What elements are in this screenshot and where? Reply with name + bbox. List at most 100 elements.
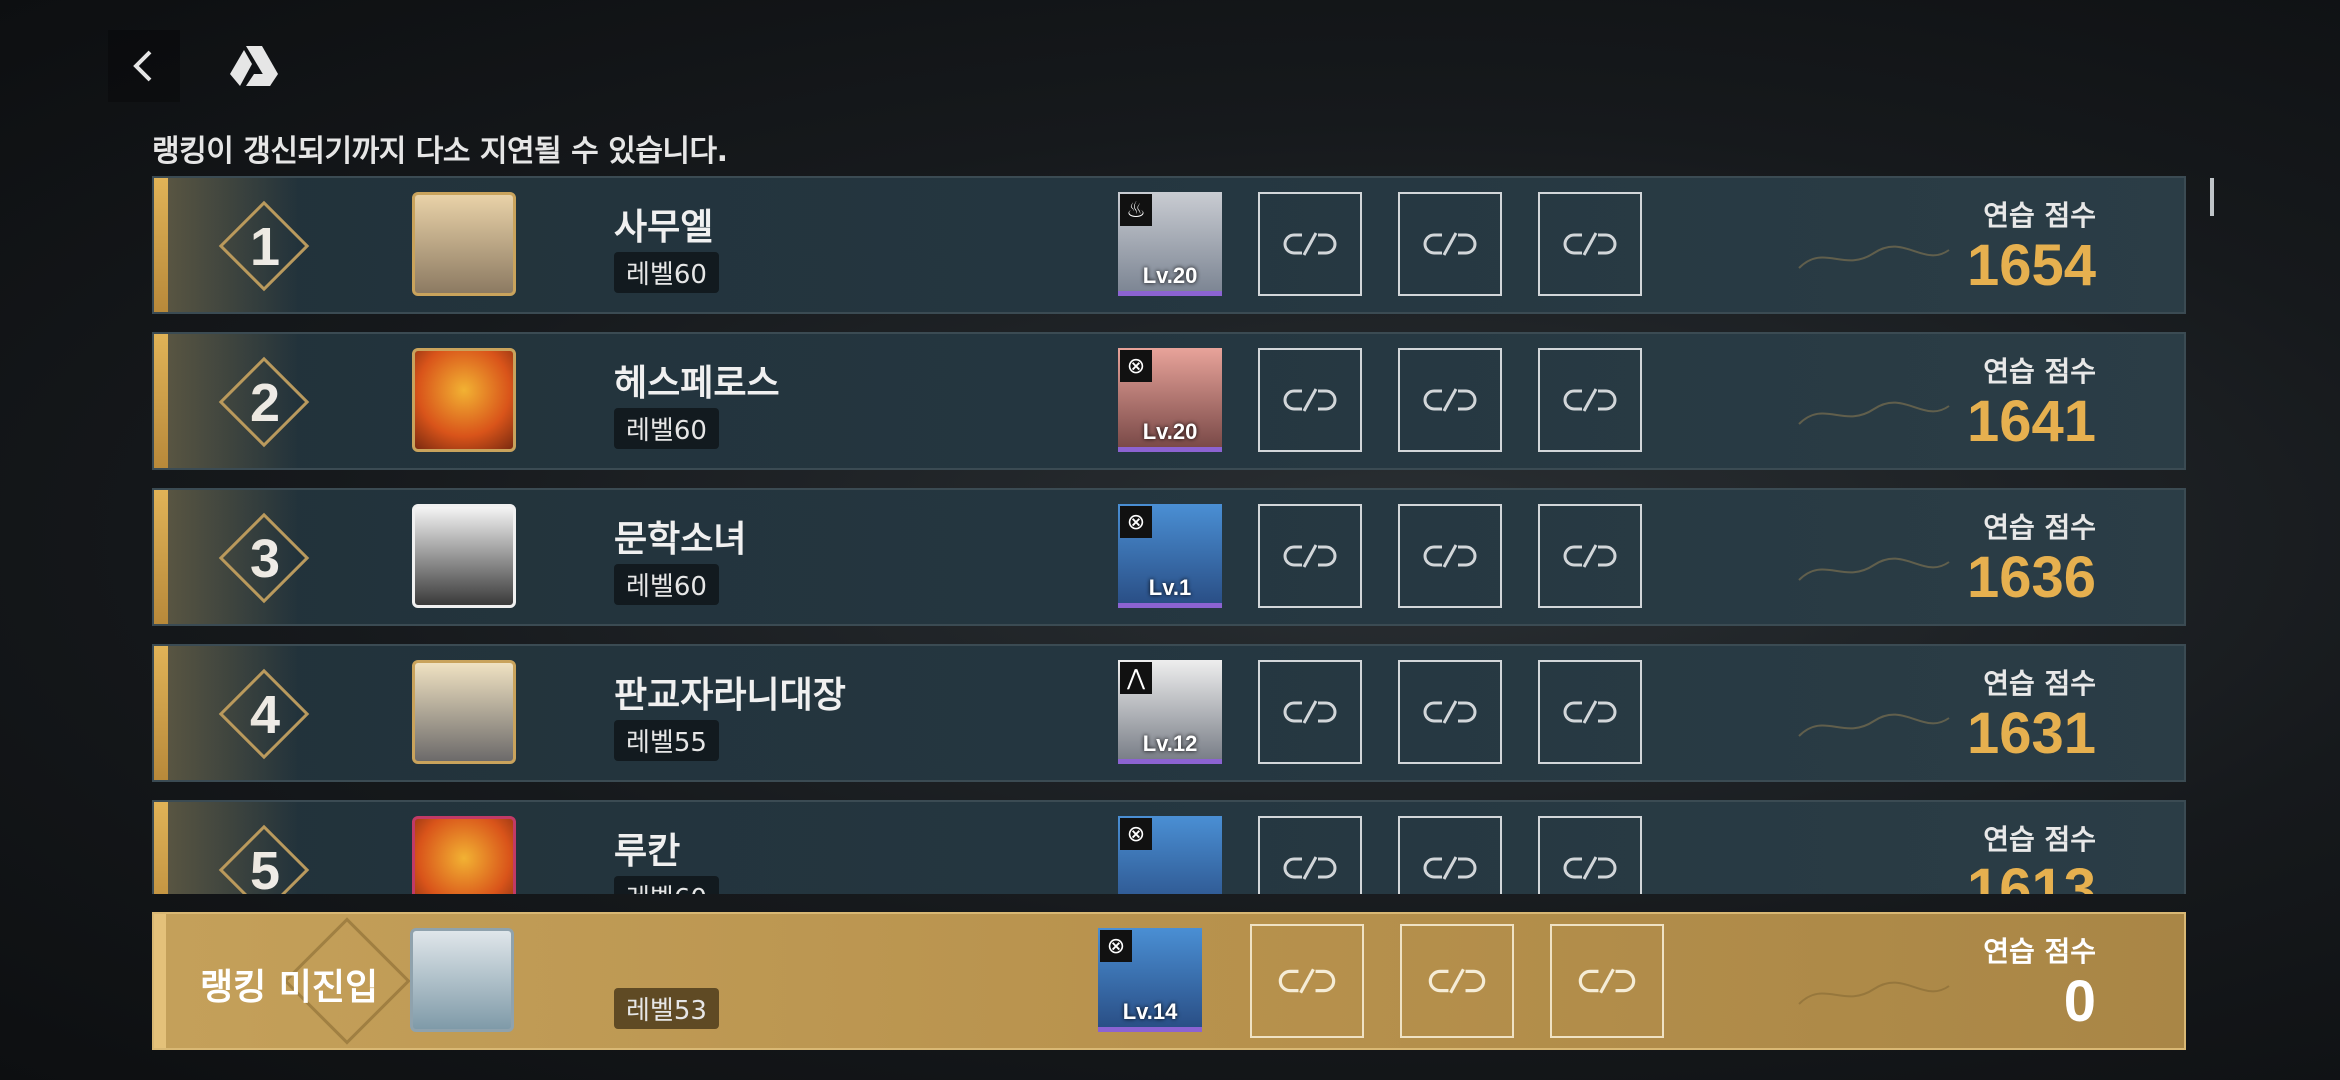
character-portrait[interactable]: ⊗ Lv.20 <box>1118 348 1222 452</box>
player-name: 문학소녀 <box>614 519 747 560</box>
player-level: 레벨60 <box>614 876 719 894</box>
rank-number: 1 <box>249 217 281 277</box>
empty-slot <box>1258 192 1362 296</box>
broken-link-icon <box>1578 968 1636 994</box>
empty-slot <box>1398 660 1502 764</box>
rank-number: 5 <box>249 841 281 894</box>
rank-badge: 1 <box>218 200 310 292</box>
broken-link-icon <box>1563 388 1617 412</box>
scrollbar[interactable] <box>2210 178 2214 216</box>
broken-link-icon <box>1423 856 1477 880</box>
broken-link-icon <box>1423 388 1477 412</box>
ranking-row[interactable]: 1 사무엘 레벨60 ♨ Lv.20 연습 점수 1654 <box>152 176 2186 314</box>
player-avatar[interactable] <box>412 660 516 764</box>
score-label: 연습 점수 <box>1983 935 2096 968</box>
character-level: Lv.14 <box>1122 999 1178 1024</box>
score-label: 연습 점수 <box>1983 823 2096 856</box>
player-name: 판교자라니대장 <box>614 675 846 716</box>
score-value: 1631 <box>1966 701 2096 766</box>
chevron-left-icon <box>133 50 152 82</box>
broken-link-icon <box>1563 856 1617 880</box>
empty-slot <box>1258 816 1362 894</box>
character-portrait[interactable]: ⊗ Lv.14 <box>1098 928 1202 1032</box>
ranking-row[interactable]: 5 루칸 레벨60 ⊗ 연습 점수 1613 <box>152 800 2186 894</box>
empty-slot <box>1398 504 1502 608</box>
broken-link-icon <box>1423 232 1477 256</box>
player-name: 헤스페로스 <box>614 363 780 404</box>
empty-slot <box>1538 348 1642 452</box>
ranking-delay-notice: 랭킹이 갱신되기까지 다소 지연될 수 있습니다. <box>152 134 728 169</box>
signature-decoration <box>1798 245 1950 269</box>
player-avatar[interactable] <box>412 192 516 296</box>
player-level: 레벨60 <box>614 564 719 605</box>
ranking-row[interactable]: 3 문학소녀 레벨60 ⊗ Lv.1 연습 점수 1636 <box>152 488 2186 626</box>
broken-link-icon <box>1283 544 1337 568</box>
player-level: 레벨60 <box>614 252 719 293</box>
score-label: 연습 점수 <box>1983 511 2096 544</box>
my-avatar[interactable] <box>410 928 514 1032</box>
character-portrait[interactable]: ⊗ <box>1118 816 1222 894</box>
score-value: 1654 <box>1966 233 2096 298</box>
character-portrait[interactable]: ⊗ Lv.1 <box>1118 504 1222 608</box>
player-avatar[interactable] <box>412 504 516 608</box>
character-portrait[interactable]: ⋀ Lv.12 <box>1118 660 1222 764</box>
signature-decoration <box>1798 401 1950 425</box>
empty-slot <box>1398 192 1502 296</box>
character-level: Lv.20 <box>1142 419 1198 444</box>
rank-badge: 4 <box>218 668 310 760</box>
character-portrait[interactable]: ♨ Lv.20 <box>1118 192 1222 296</box>
score-value: 1641 <box>1966 389 2096 454</box>
player-level: 레벨55 <box>614 720 719 761</box>
unranked-label: 랭킹 미진입 <box>200 967 379 1008</box>
empty-slot <box>1538 660 1642 764</box>
drive-button[interactable] <box>218 30 290 102</box>
score-value: 0 <box>2063 969 2096 1034</box>
empty-slot[interactable] <box>1250 924 1364 1038</box>
drive-icon <box>230 46 278 86</box>
score-value: 1613 <box>1966 857 2096 894</box>
broken-link-icon <box>1278 968 1336 994</box>
character-level: Lv.1 <box>1148 575 1192 600</box>
my-level: 레벨53 <box>614 988 719 1029</box>
character-level: Lv.12 <box>1142 731 1198 756</box>
empty-slot <box>1538 816 1642 894</box>
element-icon: ⊗ <box>1120 818 1152 850</box>
broken-link-icon <box>1563 544 1617 568</box>
player-avatar[interactable] <box>412 816 516 894</box>
rank-badge: 2 <box>218 356 310 448</box>
element-icon: ♨ <box>1120 194 1152 226</box>
player-name: 루칸 <box>614 831 681 872</box>
ranking-row[interactable]: 2 헤스페로스 레벨60 ⊗ Lv.20 연습 점수 1641 <box>152 332 2186 470</box>
score-label: 연습 점수 <box>1983 199 2096 232</box>
broken-link-icon <box>1283 388 1337 412</box>
rank-badge: 5 <box>218 824 310 894</box>
element-icon: ⊗ <box>1120 350 1152 382</box>
score-label: 연습 점수 <box>1983 355 2096 388</box>
empty-slot <box>1258 504 1362 608</box>
ranking-list[interactable]: 1 사무엘 레벨60 ♨ Lv.20 연습 점수 1654 2 헤스페로스 레벨6… <box>152 176 2186 894</box>
rank-number: 4 <box>249 685 281 745</box>
rank-number: 2 <box>249 373 281 433</box>
element-icon: ⊗ <box>1100 930 1132 962</box>
my-ranking-row[interactable]: 랭킹 미진입 레벨53 ⊗ Lv.14 연습 점수 0 <box>152 912 2186 1050</box>
back-button[interactable] <box>108 30 180 102</box>
signature-decoration <box>1798 713 1950 737</box>
player-avatar[interactable] <box>412 348 516 452</box>
rank-badge: 3 <box>218 512 310 604</box>
ranking-row[interactable]: 4 판교자라니대장 레벨55 ⋀ Lv.12 연습 점수 1631 <box>152 644 2186 782</box>
empty-slot <box>1398 348 1502 452</box>
empty-slot <box>1538 192 1642 296</box>
broken-link-icon <box>1283 232 1337 256</box>
signature-decoration <box>1798 981 1950 1005</box>
score-value: 1636 <box>1966 545 2096 610</box>
signature-decoration <box>1798 557 1950 581</box>
player-name: 사무엘 <box>614 207 714 248</box>
element-icon: ⋀ <box>1120 662 1152 694</box>
empty-slot[interactable] <box>1550 924 1664 1038</box>
broken-link-icon <box>1563 232 1617 256</box>
character-level: Lv.20 <box>1142 263 1198 288</box>
score-label: 연습 점수 <box>1983 667 2096 700</box>
broken-link-icon <box>1563 700 1617 724</box>
empty-slot[interactable] <box>1400 924 1514 1038</box>
empty-slot <box>1538 504 1642 608</box>
